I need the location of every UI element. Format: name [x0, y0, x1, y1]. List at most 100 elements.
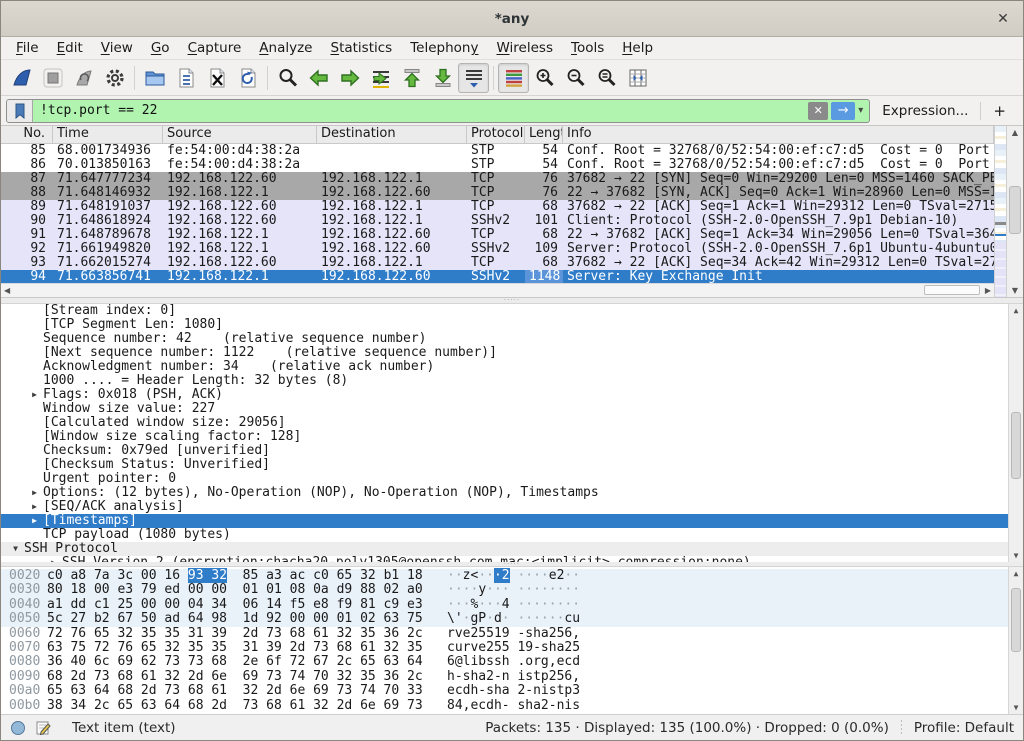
go-to-packet-button[interactable]	[365, 63, 396, 93]
menu-item-edit[interactable]: Edit	[48, 38, 92, 58]
go-bottom-button[interactable]	[427, 63, 458, 93]
hex-bytes[interactable]: 68 2d 73 68 61 32 2d 6e 69 73 74 70 32 3…	[41, 670, 433, 684]
profile-selector[interactable]: Profile: Default	[914, 720, 1014, 736]
hex-row[interactable]: 00a065 63 64 68 2d 73 68 61 32 2d 6e 69 …	[1, 684, 1008, 698]
packet-row[interactable]: 8971.648191037192.168.122.60192.168.122.…	[1, 200, 994, 214]
scroll-down-icon[interactable]: ▼	[1007, 286, 1023, 295]
column-header-no[interactable]: No.	[1, 126, 53, 143]
detail-row[interactable]: Urgent pointer: 0	[1, 472, 1008, 486]
save-file-button[interactable]	[170, 63, 201, 93]
hex-bytes[interactable]: 65 63 64 68 2d 73 68 61 32 2d 6e 69 73 7…	[41, 684, 433, 698]
hex-bytes[interactable]: 36 40 6c 69 62 73 73 68 2e 6f 72 67 2c 6…	[41, 655, 433, 669]
close-window-button[interactable]: ✕	[993, 9, 1013, 29]
detail-row[interactable]: Acknowledgment number: 34 (relative ack …	[1, 360, 1008, 374]
menu-item-file[interactable]: File	[7, 38, 48, 58]
hscroll-thumb[interactable]	[924, 285, 980, 295]
detail-row[interactable]: [Stream index: 0]	[1, 304, 1008, 318]
packet-row[interactable]: 8771.647777234192.168.122.60192.168.122.…	[1, 172, 994, 186]
packet-row[interactable]: 9071.648618924192.168.122.60192.168.122.…	[1, 214, 994, 228]
detail-row[interactable]: [Next sequence number: 1122 (relative se…	[1, 346, 1008, 360]
column-header-source[interactable]: Source	[163, 126, 317, 143]
hex-ascii[interactable]: \'·gP·d· ······cu	[433, 612, 580, 626]
packet-list-vscrollbar[interactable]: ▲ ▼	[1006, 126, 1023, 297]
hex-bytes[interactable]: 80 18 00 e3 79 ed 00 00 01 01 08 0a d9 8…	[41, 583, 433, 597]
hex-row[interactable]: 0040a1 dd c1 25 00 00 04 34 06 14 f5 e8 …	[1, 598, 1008, 612]
hex-bytes[interactable]: a1 dd c1 25 00 00 04 34 06 14 f5 e8 f9 8…	[41, 598, 433, 612]
scroll-right-icon[interactable]: ▶	[985, 286, 991, 295]
hex-ascii[interactable]: curve255 19-sha25	[433, 641, 580, 655]
vscroll-thumb[interactable]	[1009, 186, 1021, 234]
scroll-left-icon[interactable]: ◀	[4, 286, 10, 295]
hex-row[interactable]: 006072 76 65 32 35 35 31 39 2d 73 68 61 …	[1, 627, 1008, 641]
menu-item-help[interactable]: Help	[613, 38, 662, 58]
menu-item-telephony[interactable]: Telephony	[401, 38, 487, 58]
expression-button[interactable]: Expression...	[870, 103, 980, 119]
detail-row[interactable]: ▼SSH Protocol	[1, 542, 1008, 556]
detail-row[interactable]: TCP payload (1080 bytes)	[1, 528, 1008, 542]
go-back-button[interactable]	[303, 63, 334, 93]
hex-row[interactable]: 0020c0 a8 7a 3c 00 16 93 32 85 a3 ac c0 …	[1, 569, 1008, 583]
hex-row[interactable]: 008036 40 6c 69 62 73 73 68 2e 6f 72 67 …	[1, 655, 1008, 669]
autoscroll-button[interactable]	[458, 63, 489, 93]
expander-down-icon[interactable]: ▼	[7, 542, 24, 556]
detail-row[interactable]: [TCP Segment Len: 1080]	[1, 318, 1008, 332]
scroll-up-icon[interactable]: ▲	[1009, 306, 1023, 315]
hex-ascii[interactable]: h-sha2-n istp256,	[433, 670, 580, 684]
hex-ascii[interactable]: ecdh-sha 2-nistp3	[433, 684, 580, 698]
detail-row[interactable]: Sequence number: 42 (relative sequence n…	[1, 332, 1008, 346]
menu-item-go[interactable]: Go	[142, 38, 179, 58]
reload-file-button[interactable]	[232, 63, 263, 93]
scroll-up-icon[interactable]: ▲	[1007, 128, 1023, 137]
add-filter-button[interactable]: +	[981, 102, 1018, 120]
detail-row[interactable]: [Window size scaling factor: 128]	[1, 430, 1008, 444]
detail-row[interactable]: ▶[SEQ/ACK analysis]	[1, 500, 1008, 514]
bytes-scroll-thumb[interactable]	[1011, 588, 1021, 653]
detail-row[interactable]: Window size value: 227	[1, 402, 1008, 416]
expander-right-icon[interactable]: ▶	[26, 486, 43, 500]
scroll-down-icon[interactable]: ▼	[1009, 551, 1023, 560]
zoom-out-button[interactable]	[560, 63, 591, 93]
filter-clear-button[interactable]: ✕	[808, 102, 828, 120]
hex-ascii[interactable]: ··z<···2 ····e2··	[433, 569, 580, 583]
intelligent-scrollbar-minimap[interactable]	[994, 126, 1006, 297]
hex-ascii[interactable]: ···%···4 ········	[433, 598, 580, 612]
expert-info-button[interactable]	[10, 720, 26, 736]
display-filter-input[interactable]: !tcp.port == 22 ✕ → ▾	[6, 99, 870, 123]
hex-bytes[interactable]: c0 a8 7a 3c 00 16 93 32 85 a3 ac c0 65 3…	[41, 569, 433, 583]
menu-item-capture[interactable]: Capture	[179, 38, 251, 58]
hex-row[interactable]: 003080 18 00 e3 79 ed 00 00 01 01 08 0a …	[1, 583, 1008, 597]
column-header-destination[interactable]: Destination	[317, 126, 467, 143]
menu-item-view[interactable]: View	[92, 38, 142, 58]
expander-right-icon[interactable]: ▶	[26, 500, 43, 514]
resize-columns-button[interactable]	[622, 63, 653, 93]
stop-capture-button[interactable]	[37, 63, 68, 93]
hex-bytes[interactable]: 38 34 2c 65 63 64 68 2d 73 68 61 32 2d 6…	[41, 699, 433, 713]
filter-text[interactable]: !tcp.port == 22	[33, 103, 808, 118]
packet-row[interactable]: 9271.661949820192.168.122.1192.168.122.6…	[1, 242, 994, 256]
expander-right-icon[interactable]: ▶	[26, 514, 43, 528]
close-file-button[interactable]	[201, 63, 232, 93]
colorize-button[interactable]	[498, 63, 529, 93]
packet-row[interactable]: 8568.001734936fe:54:00:d4:38:2aSTP54Conf…	[1, 144, 994, 158]
menu-item-analyze[interactable]: Analyze	[250, 38, 321, 58]
column-header-time[interactable]: Time	[53, 126, 163, 143]
detail-row[interactable]: 1000 .... = Header Length: 32 bytes (8)	[1, 374, 1008, 388]
scroll-up-icon[interactable]: ▲	[1009, 569, 1023, 578]
menu-item-statistics[interactable]: Statistics	[321, 38, 401, 58]
start-capture-button[interactable]	[6, 63, 37, 93]
hex-bytes[interactable]: 63 75 72 76 65 32 35 35 31 39 2d 73 68 6…	[41, 641, 433, 655]
hex-ascii[interactable]: rve25519 -sha256,	[433, 627, 580, 641]
hex-row[interactable]: 009068 2d 73 68 61 32 2d 6e 69 73 74 70 …	[1, 670, 1008, 684]
hex-bytes[interactable]: 5c 27 b2 67 50 ad 64 98 1d 92 00 00 01 0…	[41, 612, 433, 626]
go-top-button[interactable]	[396, 63, 427, 93]
hex-row[interactable]: 007063 75 72 76 65 32 35 35 31 39 2d 73 …	[1, 641, 1008, 655]
hex-ascii[interactable]: ····y··· ········	[433, 583, 580, 597]
filter-apply-button[interactable]: →	[831, 102, 855, 120]
packet-list-hscrollbar[interactable]: ◀ ▶	[1, 283, 994, 297]
detail-row[interactable]: Checksum: 0x79ed [unverified]	[1, 444, 1008, 458]
packet-row[interactable]: 8871.648146932192.168.122.1192.168.122.6…	[1, 186, 994, 200]
detail-row[interactable]: ▶Options: (12 bytes), No-Operation (NOP)…	[1, 486, 1008, 500]
detail-row[interactable]: [Calculated window size: 29056]	[1, 416, 1008, 430]
restart-capture-button[interactable]	[68, 63, 99, 93]
packet-row[interactable]: 9171.648789678192.168.122.1192.168.122.6…	[1, 228, 994, 242]
